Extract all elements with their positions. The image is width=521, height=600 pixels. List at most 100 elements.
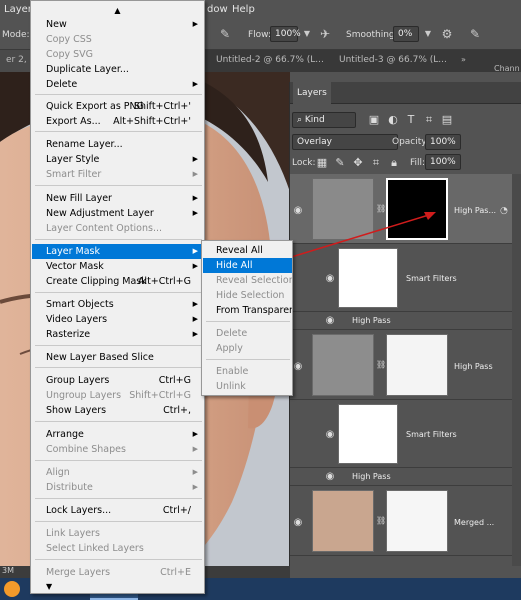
menu-item-copy-css: Copy CSS: [32, 32, 203, 47]
menu-separator: [35, 292, 202, 293]
submenu-item-apply: Apply: [216, 343, 243, 354]
menu-item-new[interactable]: New ▶: [32, 17, 203, 32]
menu-item-group[interactable]: Group Layers Ctrl+G: [32, 373, 203, 388]
chevron-right-icon: ▶: [192, 155, 198, 163]
submenu-item-hide-selection: Hide Selection: [216, 290, 285, 301]
chevron-right-icon: ▶: [192, 430, 198, 438]
submenu-item-from-transparency[interactable]: From Transparency: [203, 303, 292, 318]
menu-item-export-as[interactable]: Export As... Alt+Shift+Ctrl+': [32, 114, 203, 129]
menu-separator: [35, 185, 202, 186]
menu-label: Group Layers: [46, 375, 110, 386]
menu-separator: [35, 239, 202, 240]
menu-item-show-layers[interactable]: Show Layers Ctrl+,: [32, 403, 203, 418]
menu-item-combine-shapes: Combine Shapes ▶: [32, 442, 203, 457]
menu-separator: [206, 321, 290, 322]
menu-label: Layer Mask: [46, 246, 100, 257]
menu-label: Align: [46, 467, 70, 478]
chevron-right-icon: ▶: [192, 315, 198, 323]
menu-label: Copy CSS: [46, 34, 92, 45]
menu-item-video-layers[interactable]: Video Layers ▶: [32, 312, 203, 327]
menu-separator: [35, 94, 202, 95]
menu-separator: [35, 559, 202, 560]
menu-item-rasterize[interactable]: Rasterize ▶: [32, 327, 203, 342]
menu-shortcut: Alt+Shift+Ctrl+': [113, 116, 191, 127]
menu-item-clipping-mask[interactable]: Create Clipping Mask Alt+Ctrl+G: [32, 274, 203, 289]
menu-label: Delete: [46, 79, 78, 90]
menu-item-delete[interactable]: Delete ▶: [32, 77, 203, 92]
menu-separator: [206, 359, 290, 360]
menu-separator: [35, 367, 202, 368]
menu-item-new-slice[interactable]: New Layer Based Slice: [32, 350, 203, 365]
menu-label: Link Layers: [46, 528, 100, 539]
menu-item-duplicate[interactable]: Duplicate Layer...: [32, 62, 203, 77]
layer-menu: ▲ New ▶ Copy CSS Copy SVG Duplicate Layer…: [30, 0, 205, 594]
menu-label: Distribute: [46, 482, 93, 493]
menu-item-smart-objects[interactable]: Smart Objects ▶: [32, 297, 203, 312]
menu-shortcut: Ctrl+E: [160, 567, 191, 578]
menu-item-select-linked: Select Linked Layers: [32, 541, 203, 556]
menu-item-layer-content-options: Layer Content Options...: [32, 221, 203, 236]
menu-item-layer-mask[interactable]: Layer Mask ▶: [32, 244, 203, 259]
menu-separator: [35, 131, 202, 132]
chevron-right-icon: ▶: [192, 300, 198, 308]
menu-item-smart-filter: Smart Filter ▶: [32, 167, 203, 182]
menu-label: Arrange: [46, 429, 84, 440]
menu-label: Rasterize: [46, 329, 91, 340]
menu-label: Merge Layers: [46, 567, 111, 578]
menu-shortcut: Ctrl+,: [163, 405, 191, 416]
scroll-up-arrow[interactable]: ▲: [32, 3, 203, 18]
chevron-right-icon: ▶: [192, 20, 198, 28]
menu-item-new-fill[interactable]: New Fill Layer ▶: [32, 191, 203, 206]
menu-item-align: Align ▶: [32, 465, 203, 480]
chevron-right-icon: ▶: [192, 468, 198, 476]
menu-shortcut: Alt+Ctrl+G: [137, 276, 191, 287]
menu-label: New Adjustment Layer: [46, 208, 154, 219]
menu-label: Select Linked Layers: [46, 543, 144, 554]
chevron-right-icon: ▶: [192, 445, 198, 453]
menu-item-rename[interactable]: Rename Layer...: [32, 137, 203, 152]
chevron-right-icon: ▶: [192, 194, 198, 202]
menu-label: Export As...: [46, 116, 101, 127]
menu-separator: [35, 460, 202, 461]
submenu-item-hide-all[interactable]: Hide All: [203, 258, 292, 273]
menu-item-lock-layers[interactable]: Lock Layers... Ctrl+/: [32, 503, 203, 518]
submenu-item-reveal-all[interactable]: Reveal All: [203, 243, 292, 258]
menu-item-quick-export[interactable]: Quick Export as PNG Shift+Ctrl+': [32, 99, 203, 114]
chevron-right-icon: ▶: [192, 170, 198, 178]
chevron-right-icon: ▶: [192, 80, 198, 88]
layer-mask-submenu: Reveal All Hide All Reveal Selection Hid…: [201, 240, 293, 396]
menu-item-new-adjustment[interactable]: New Adjustment Layer ▶: [32, 206, 203, 221]
chevron-right-icon: ▶: [192, 483, 198, 491]
submenu-item-enable: Enable: [216, 366, 249, 377]
menu-item-layer-style[interactable]: Layer Style ▶: [32, 152, 203, 167]
menu-label: Ungroup Layers: [46, 390, 122, 401]
chevron-right-icon: ▶: [192, 209, 198, 217]
menu-item-link-layers: Link Layers: [32, 526, 203, 541]
menu-item-ungroup: Ungroup Layers Shift+Ctrl+G: [32, 388, 203, 403]
menu-separator: [35, 345, 202, 346]
menu-shortcut: Ctrl+/: [162, 505, 191, 516]
submenu-item-reveal-selection: Reveal Selection: [216, 275, 293, 286]
menu-label: Lock Layers...: [46, 505, 112, 516]
menu-separator: [35, 521, 202, 522]
chevron-right-icon: ▶: [192, 330, 198, 338]
menu-item-copy-svg: Copy SVG: [32, 47, 203, 62]
menu-item-arrange[interactable]: Arrange ▶: [32, 427, 203, 442]
menu-item-vector-mask[interactable]: Vector Mask ▶: [32, 259, 203, 274]
menu-separator: [35, 498, 202, 499]
submenu-item-unlink: Unlink: [216, 381, 246, 392]
menu-label: New Fill Layer: [46, 193, 112, 204]
menu-label: Combine Shapes: [46, 444, 126, 455]
menu-label: Video Layers: [46, 314, 108, 325]
menu-label: Smart Filter: [46, 169, 102, 180]
menu-shortcut: Shift+Ctrl+': [133, 101, 191, 112]
menu-item-distribute: Distribute ▶: [32, 480, 203, 495]
menu-label: Copy SVG: [46, 49, 94, 60]
menu-label: Show Layers: [46, 405, 107, 416]
scroll-down-arrow[interactable]: ▼: [32, 579, 203, 594]
menu-label: Layer Content Options...: [46, 223, 163, 234]
menu-label: New: [46, 19, 67, 30]
menu-label: Duplicate Layer...: [46, 64, 129, 75]
menu-label: Rename Layer...: [46, 139, 123, 150]
chevron-right-icon: ▶: [192, 262, 198, 270]
